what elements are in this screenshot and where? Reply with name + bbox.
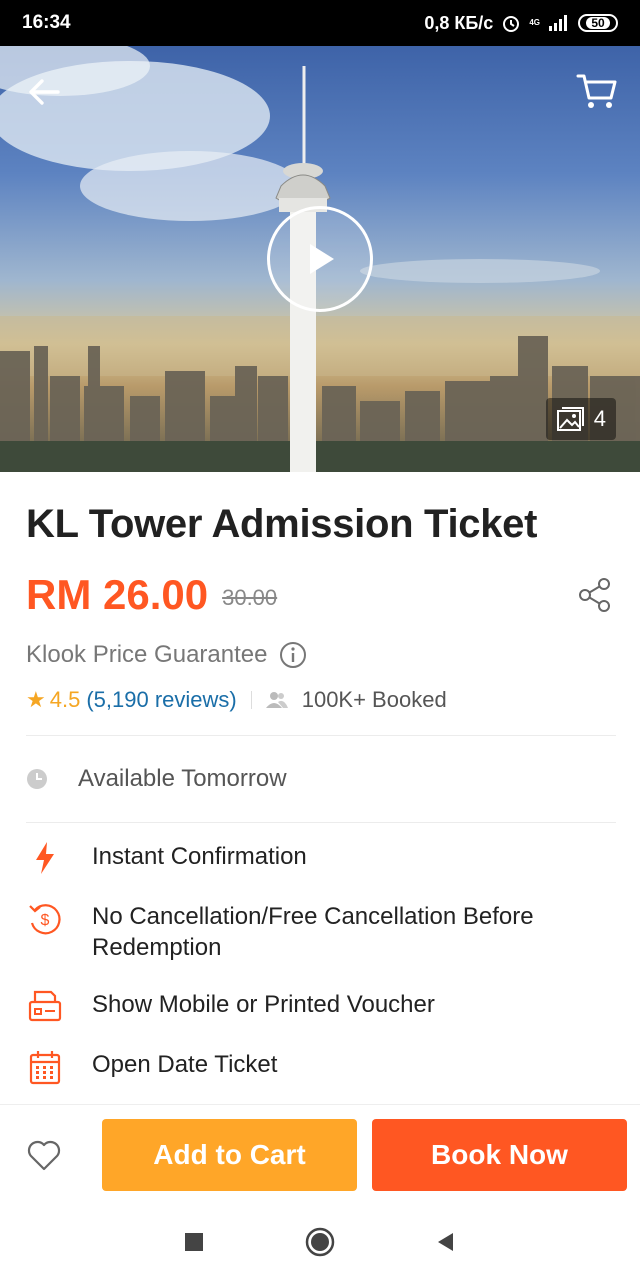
image-gallery-icon bbox=[556, 407, 584, 431]
svg-text:$: $ bbox=[41, 912, 50, 929]
hero-image[interactable]: 4 bbox=[0, 46, 640, 472]
divider bbox=[26, 822, 616, 823]
feature-item: $ No Cancellation/Free Cancellation Befo… bbox=[26, 901, 616, 963]
product-details: KL Tower Admission Ticket RM 26.00 30.00… bbox=[26, 472, 616, 1109]
divider bbox=[250, 691, 252, 709]
rating-row: ★ 4.5 (5,190 reviews) 100K+ Booked bbox=[26, 685, 616, 715]
signal-icon bbox=[549, 15, 567, 31]
clock-icon bbox=[27, 769, 47, 789]
alarm-icon bbox=[503, 16, 520, 32]
battery-icon: 50 bbox=[578, 14, 618, 32]
booked-count: 100K+ Booked bbox=[265, 687, 447, 713]
recent-apps-icon[interactable] bbox=[183, 1231, 205, 1253]
add-to-cart-button[interactable]: Add to Cart bbox=[102, 1119, 357, 1191]
rating-value: 4.5 bbox=[49, 687, 81, 712]
status-icons: 0,8 КБ/с 4G 50 bbox=[424, 13, 618, 34]
guarantee-label: Klook Price Guarantee bbox=[26, 641, 268, 668]
back-triangle-icon[interactable] bbox=[435, 1231, 457, 1253]
gallery-count: 4 bbox=[593, 406, 606, 431]
back-arrow-icon[interactable] bbox=[26, 74, 62, 110]
refund-icon: $ bbox=[29, 904, 61, 935]
feature-item: Show Mobile or Printed Voucher bbox=[26, 989, 616, 1023]
feature-label: Instant Confirmation bbox=[92, 843, 307, 870]
action-bar: Add to Cart Book Now bbox=[0, 1104, 640, 1204]
share-icon[interactable] bbox=[578, 577, 612, 613]
price: RM 26.00 bbox=[26, 571, 209, 618]
cart-icon[interactable] bbox=[576, 70, 618, 112]
status-time: 16:34 bbox=[22, 12, 71, 33]
calendar-icon bbox=[29, 1051, 61, 1085]
home-icon[interactable] bbox=[305, 1227, 335, 1257]
feature-label: Open Date Ticket bbox=[92, 1051, 278, 1078]
original-price: 30.00 bbox=[222, 585, 278, 610]
feature-label: No Cancellation/Free Cancellation Before… bbox=[92, 903, 534, 961]
system-nav-bar bbox=[0, 1204, 640, 1280]
star-icon: ★ bbox=[26, 687, 46, 712]
feature-item: Instant Confirmation bbox=[26, 841, 616, 875]
gallery-button[interactable]: 4 bbox=[545, 398, 616, 440]
page-title: KL Tower Admission Ticket bbox=[26, 502, 538, 546]
people-icon bbox=[265, 692, 288, 708]
feature-item: Open Date Ticket bbox=[26, 1049, 616, 1085]
info-icon[interactable] bbox=[279, 641, 307, 669]
reviews-link[interactable]: (5,190 reviews) bbox=[86, 687, 236, 713]
status-bar: 16:34 0,8 КБ/с 4G 50 bbox=[0, 0, 640, 46]
play-video-button[interactable] bbox=[267, 206, 373, 312]
price-guarantee[interactable]: Klook Price Guarantee bbox=[26, 641, 616, 669]
book-now-button[interactable]: Book Now bbox=[372, 1119, 627, 1191]
voucher-icon bbox=[28, 990, 62, 1022]
play-icon bbox=[310, 244, 334, 274]
wishlist-heart-icon[interactable] bbox=[26, 1138, 62, 1172]
availability: Available Tomorrow bbox=[26, 736, 616, 822]
price-row: RM 26.00 30.00 bbox=[26, 571, 616, 619]
feature-label: Show Mobile or Printed Voucher bbox=[92, 991, 435, 1018]
network-type: 4G bbox=[529, 18, 540, 27]
lightning-icon bbox=[36, 842, 54, 874]
availability-text: Available Tomorrow bbox=[78, 765, 287, 792]
feature-list: Instant Confirmation $ No Cancellation/F… bbox=[26, 841, 616, 1085]
network-speed: 0,8 КБ/с bbox=[424, 12, 494, 33]
